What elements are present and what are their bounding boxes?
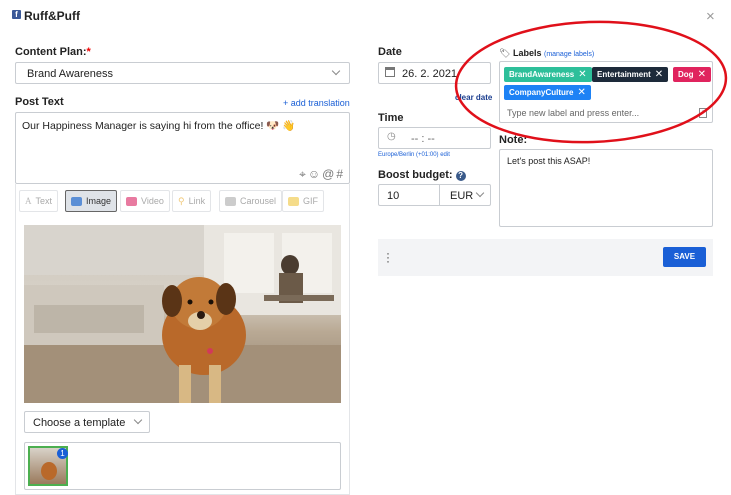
text-icon: A	[25, 196, 32, 206]
chevron-down-icon	[331, 66, 341, 76]
note-value: Let's post this ASAP!	[507, 156, 591, 166]
image-icon	[71, 196, 82, 206]
video-icon	[126, 196, 137, 206]
facebook-icon: f	[12, 10, 21, 19]
hashtag-icon[interactable]: #	[336, 167, 345, 181]
template-value: Choose a template	[33, 417, 126, 429]
post-text-label: Post Text	[15, 96, 64, 108]
tab-video[interactable]: Video	[120, 190, 170, 212]
content-plan-select[interactable]: Brand Awareness	[15, 62, 350, 84]
note-textarea[interactable]: Let's post this ASAP!	[499, 149, 713, 227]
post-text-value: Our Happiness Manager is saying hi from …	[22, 120, 296, 132]
content-plan-label: Content Plan:*	[15, 46, 91, 58]
time-value: -- : --	[411, 133, 435, 145]
post-text-area[interactable]: Our Happiness Manager is saying hi from …	[15, 112, 350, 184]
timezone-text[interactable]: Europe/Berlin (+01:00) edit	[378, 152, 450, 158]
date-label: Date	[378, 46, 402, 58]
save-button[interactable]: SAVE	[663, 247, 706, 267]
tab-link[interactable]: ⚲ Link	[172, 190, 212, 212]
dog-photo	[24, 225, 341, 403]
gif-icon	[288, 196, 299, 206]
help-icon[interactable]: ?	[455, 171, 466, 181]
chevron-down-icon	[133, 415, 143, 425]
tab-image[interactable]: Image	[65, 190, 118, 212]
carousel-icon	[225, 196, 236, 206]
chevron-down-icon	[475, 188, 485, 198]
text-tools[interactable]: ⌖☺@#	[299, 167, 345, 182]
boost-field: 10 EUR	[378, 184, 491, 206]
post-image	[24, 225, 341, 403]
link-icon: ⚲	[178, 195, 185, 206]
emoji-icon[interactable]: ☺	[308, 167, 322, 181]
calendar-icon	[385, 67, 395, 77]
tab-gif[interactable]: GIF	[282, 190, 324, 212]
add-translation-link[interactable]: + add translation	[283, 98, 350, 108]
app-title: Ruff&Puff	[24, 9, 80, 23]
thumbnail-badge: 1	[57, 448, 68, 459]
location-icon[interactable]: ⌖	[299, 167, 308, 181]
clock-icon: ◷	[387, 131, 396, 142]
tab-text[interactable]: A Text	[19, 190, 59, 212]
tab-carousel[interactable]: Carousel	[219, 190, 283, 212]
date-value: 26. 2. 2021	[402, 68, 458, 80]
divider	[439, 185, 440, 205]
thumbnail-dog	[41, 462, 57, 480]
boost-amount-input[interactable]: 10	[387, 190, 399, 202]
more-options-icon[interactable]: · · ·	[386, 247, 390, 267]
content-plan-value: Brand Awareness	[27, 68, 114, 80]
template-select[interactable]: Choose a template	[24, 411, 150, 433]
mention-icon[interactable]: @	[322, 167, 336, 181]
action-bar: · · · SAVE	[378, 239, 713, 276]
boost-label: Boost budget: ?	[378, 169, 466, 181]
thumbnail-strip: 1	[24, 442, 341, 490]
currency-select[interactable]: EUR	[450, 190, 473, 202]
time-label: Time	[378, 112, 404, 124]
annotation-circle	[454, 20, 728, 144]
